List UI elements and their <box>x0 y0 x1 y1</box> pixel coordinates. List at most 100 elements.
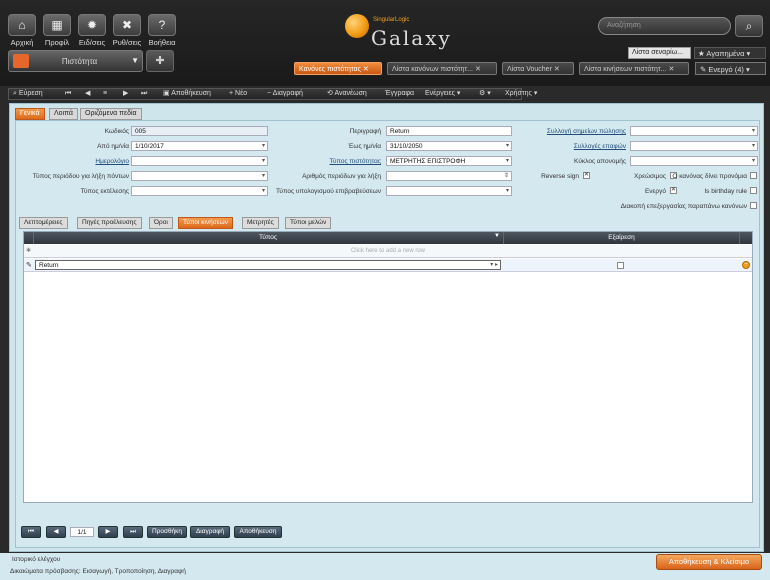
grid-header: Τύπος ▼ Εξαίρεση <box>24 232 752 244</box>
delete-toolbar-button[interactable]: − Διαγραφή <box>265 89 305 99</box>
active-label: Ενεργό <box>644 188 666 195</box>
save-toolbar-button[interactable]: ▣ Αποθήκευση <box>161 89 213 99</box>
next-page-icon[interactable]: ▶ <box>98 526 118 538</box>
home-button[interactable]: ⌂ Αρχική <box>5 14 39 47</box>
tab-custom-fields[interactable]: Οριζόμενα πεδία <box>80 108 142 120</box>
tab-voucher-list[interactable]: Λίστα Voucher ✕ <box>502 62 574 75</box>
tab-label: Λίστα Voucher <box>507 66 552 73</box>
new-button[interactable]: + Νέο <box>227 89 249 99</box>
points-collection-field[interactable]: ▾ <box>630 126 758 136</box>
documents-label: Έγγραφα <box>385 90 415 97</box>
logo-brand: SingularLogic <box>373 17 410 23</box>
col-type-header[interactable]: Τύπος <box>34 234 502 241</box>
stop-processing-checkbox[interactable] <box>750 202 757 209</box>
to-date-field[interactable]: 31/10/2050 ▾ <box>386 141 512 151</box>
refresh-button[interactable]: ⟲ Ανανέωση <box>325 89 369 99</box>
first-record-icon[interactable]: ⏮ <box>63 89 73 99</box>
description-field[interactable]: Return <box>386 126 512 136</box>
profile-button[interactable]: ▦ Προφίλ <box>40 14 74 47</box>
user-label: Χρήστης <box>505 90 532 97</box>
add-row[interactable]: ✱ Click here to add a new row <box>24 245 752 258</box>
next-record-icon[interactable]: ▶ <box>121 89 130 99</box>
tab-label: Λίστα κινήσεων πιστότητ... <box>584 66 667 73</box>
tab-loyalty-rules[interactable]: Κανόνες πιστότητας ✕ <box>294 62 382 75</box>
last-record-icon[interactable]: ⏭ <box>139 89 149 99</box>
calendar-field[interactable]: ▾ <box>131 156 268 166</box>
user-menu[interactable]: Χρήστης ▾ <box>503 89 539 99</box>
search-icon[interactable]: ⌕ <box>735 15 763 37</box>
action-toolbar: ⌕ Εύρεση ⏮ ◀ ≡ ▶ ⏭ ▣ Αποθήκευση + Νέο − … <box>8 88 537 100</box>
scenarios-list-button[interactable]: Λίστα σεναρίω... <box>628 47 691 59</box>
prev-record-icon[interactable]: ◀ <box>83 89 92 99</box>
tab-general[interactable]: Γενικά <box>15 108 45 120</box>
documents-menu[interactable]: Έγγραφα <box>383 89 416 99</box>
help-icon: ? <box>148 14 176 36</box>
col-exclusion-header[interactable]: Εξαίρεση <box>503 232 739 244</box>
page-input[interactable]: 1/1 <box>70 527 94 537</box>
exec-type-label: Τύπος εκτέλεσης <box>80 188 129 195</box>
contacts-collection-field[interactable]: ▾ <box>630 141 758 151</box>
periods-label: Αριθμός περιόδων για λήξη <box>302 173 381 180</box>
tab-loyalty-rules-list[interactable]: Λίστα κανόνων πιστότητ... ✕ <box>387 62 497 75</box>
subtab-member-types[interactable]: Τύποι μελών <box>285 217 332 229</box>
remove-row-icon[interactable]: − <box>742 261 750 269</box>
period-type-field[interactable]: ▾ <box>131 171 268 181</box>
tab-other[interactable]: Λοιπά <box>49 108 78 120</box>
notifications-button[interactable]: ✹ Ειδ/σεις <box>75 14 109 47</box>
points-collection-label[interactable]: Συλλογή σημείων πώλησης <box>547 128 626 135</box>
tab-label: Λίστα κανόνων πιστότητ... <box>392 66 473 73</box>
search-button[interactable]: ⌕ Εύρεση <box>11 89 45 99</box>
loyalty-type-field[interactable]: ΜΕΤΡΗΤΗΣ ΕΠΙΣΤΡΟΦΗ ▾ <box>386 156 512 166</box>
gear-icon[interactable]: ⚙ ▾ <box>477 89 493 99</box>
active-windows-menu[interactable]: ✎ Ενεργό (4) ▾ <box>695 62 766 75</box>
contacts-collection-label[interactable]: Συλλογές επαφών <box>574 143 626 150</box>
from-date-field[interactable]: 1/10/2017 ▾ <box>131 141 268 151</box>
home-icon: ⌂ <box>8 14 36 36</box>
global-search-input[interactable]: Αναζήτηση <box>598 17 731 35</box>
loyalty-type-label[interactable]: Τύπος πιστότητας <box>330 158 382 165</box>
reward-calc-field[interactable]: ▾ <box>386 186 512 196</box>
first-page-icon[interactable]: ⏮ <box>21 526 41 538</box>
module-selector[interactable]: Πιστότητα ▼ <box>8 50 143 72</box>
settings-button[interactable]: ✖ Ρυθ/σεις <box>110 14 144 47</box>
movement-types-grid: Τύπος ▼ Εξαίρεση ✱ Click here to add a n… <box>23 231 753 503</box>
filter-icon[interactable]: ▼ <box>494 233 500 239</box>
subtab-movement-types[interactable]: Τύποι κινήσεων <box>178 217 234 229</box>
puzzle-icon[interactable]: ✚ <box>146 50 174 72</box>
last-page-icon[interactable]: ⏭ <box>123 526 143 538</box>
subtab-sources[interactable]: Πηγές προέλευσης <box>77 217 142 229</box>
periods-field[interactable]: ⇕ <box>386 171 512 181</box>
list-icon[interactable]: ≡ <box>101 89 109 99</box>
calendar-label[interactable]: Ημερολόγιο <box>95 158 129 165</box>
tab-loyalty-movements-list[interactable]: Λίστα κινήσεων πιστότητ... ✕ <box>579 62 689 75</box>
row-type-field[interactable]: Return ▾ ▸ <box>35 260 501 270</box>
loyalty-type-value: ΜΕΤΡΗΤΗΣ ΕΠΙΣΤΡΟΦΗ <box>390 158 466 165</box>
subtab-terms[interactable]: Όροι <box>149 217 173 229</box>
exec-type-field[interactable]: ▾ <box>131 186 268 196</box>
is-default-label: Ο κανόνας δίνει προνόμια <box>672 173 747 180</box>
is-default-checkbox[interactable] <box>750 172 757 179</box>
subtab-details[interactable]: Λεπτομέρειες <box>19 217 68 229</box>
help-button[interactable]: ? Βοήθεια <box>145 14 179 47</box>
actions-menu[interactable]: Ενέργειες ▾ <box>423 89 462 99</box>
table-row[interactable]: ✎ Return ▾ ▸ − <box>24 259 752 272</box>
app-window: ⌂ Αρχική ▦ Προφίλ ✹ Ειδ/σεις ✖ Ρυθ/σεις … <box>0 0 770 580</box>
delete-button[interactable]: Διαγραφή <box>190 526 230 538</box>
save-button[interactable]: Αποθήκευση <box>234 526 282 538</box>
subtab-counters[interactable]: Μετρητές <box>242 217 279 229</box>
row-exclusion-checkbox[interactable] <box>617 262 624 269</box>
prev-page-icon[interactable]: ◀ <box>46 526 66 538</box>
chevron-down-icon: ▾ <box>261 143 265 149</box>
reverse-sign-checkbox[interactable]: ✕ <box>583 172 590 179</box>
settings-label: Ρυθ/σεις <box>112 38 142 47</box>
save-and-close-button[interactable]: Αποθήκευση & Κλείσιμο <box>656 554 762 570</box>
help-label: Βοήθεια <box>148 38 176 47</box>
add-button[interactable]: Προσθήκη <box>147 526 187 538</box>
access-rights-text: Δικαιώματα πρόσβασης: Εισαγωγή, Τροποποί… <box>10 568 186 575</box>
inventory-cycle-field[interactable]: ▾ <box>630 156 758 166</box>
active-checkbox[interactable]: ✕ <box>670 187 677 194</box>
code-field[interactable]: 005 <box>131 126 268 136</box>
birthday-checkbox[interactable] <box>750 187 757 194</box>
favorites-menu[interactable]: ★ Αγαπημένα ▾ <box>694 47 766 59</box>
audit-history-link[interactable]: Ιστορικό ελέγχου <box>12 556 60 563</box>
